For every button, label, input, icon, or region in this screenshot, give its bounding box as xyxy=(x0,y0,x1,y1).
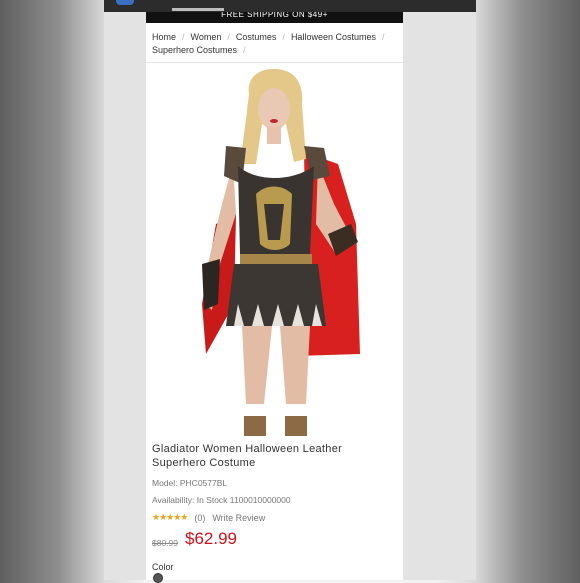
breadcrumb-home[interactable]: Home xyxy=(152,32,176,42)
breadcrumb-separator: / xyxy=(381,32,385,42)
review-count: (0) xyxy=(194,512,206,523)
availability: Availability: In Stock 1100010000000 xyxy=(152,495,291,505)
star-rating-icon: ★★★★★ xyxy=(152,512,188,522)
original-price: $80.99 xyxy=(152,538,178,548)
color-swatch[interactable] xyxy=(153,573,163,583)
app-logo-icon xyxy=(116,0,134,5)
write-review-link[interactable]: Write Review xyxy=(212,513,265,523)
product-title: Gladiator Women Halloween Leather Superh… xyxy=(152,443,343,469)
browser-top-bar xyxy=(104,0,476,12)
breadcrumb-separator: / xyxy=(227,32,230,42)
model-number: Model: PHC0577BL xyxy=(152,478,228,488)
breadcrumb: Home / Women / Costumes / Halloween Costumes / S… xyxy=(152,31,397,57)
breadcrumb-separator: / xyxy=(182,32,185,42)
breadcrumb-halloween-costumes[interactable]: Halloween Costumes xyxy=(291,32,376,42)
rating-row: ★★★★★ (0) Write Review xyxy=(152,512,265,523)
free-shipping-banner[interactable]: FREE SHIPPING ON $49+ xyxy=(146,12,403,23)
browser-tab-indicator xyxy=(172,8,224,11)
breadcrumb-costumes[interactable]: Costumes xyxy=(236,32,277,42)
product-page: FREE SHIPPING ON $49+ Home / Women / Costume… xyxy=(146,12,403,583)
color-label: Color xyxy=(152,562,174,572)
divider xyxy=(146,62,403,63)
breadcrumb-separator: / xyxy=(243,45,246,55)
product-image[interactable] xyxy=(146,64,403,436)
breadcrumb-superhero-costumes[interactable]: Superhero Costumes xyxy=(152,45,237,55)
breadcrumb-women[interactable]: Women xyxy=(191,32,222,42)
sale-price: $62.99 xyxy=(185,529,237,548)
breadcrumb-separator: / xyxy=(282,32,285,42)
